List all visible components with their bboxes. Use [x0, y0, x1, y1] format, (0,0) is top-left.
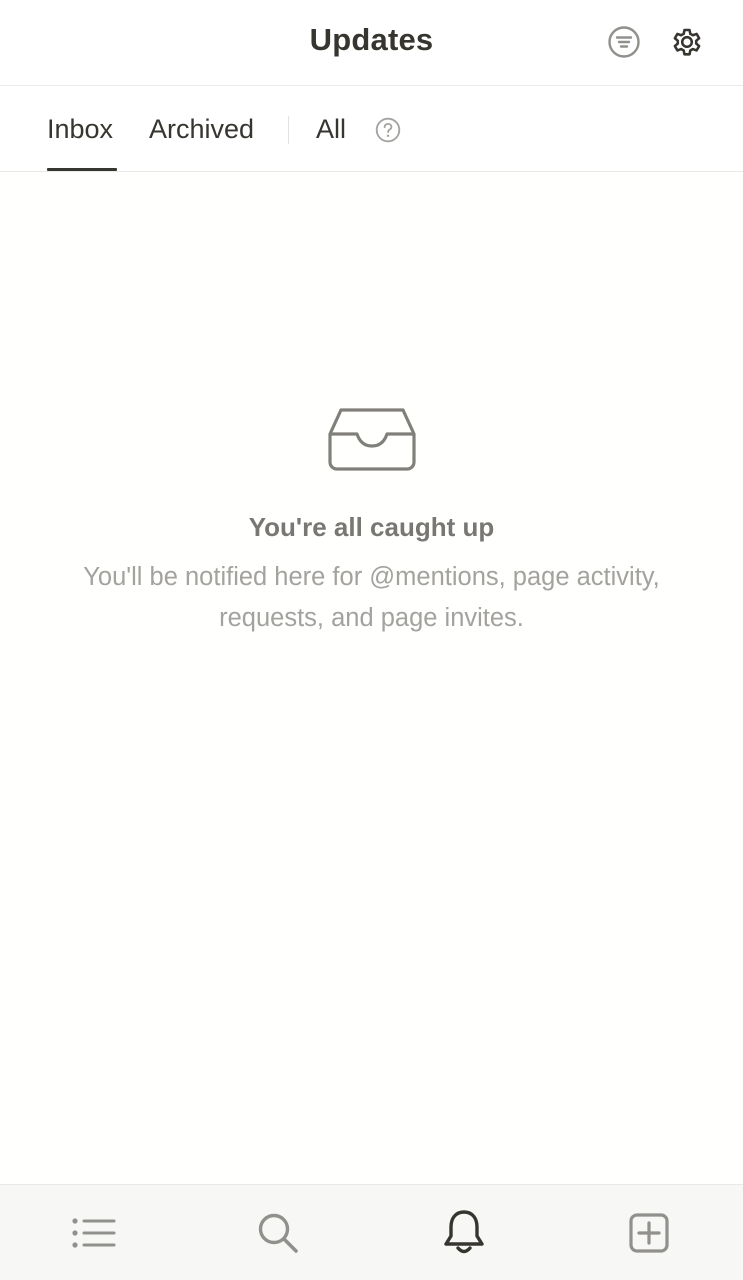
empty-state-description-line-1: You'll be notified here for @mentions, p…	[83, 563, 660, 591]
search-icon	[258, 1213, 298, 1253]
filter-button[interactable]	[604, 22, 644, 62]
question-circle-icon	[375, 117, 401, 143]
nav-search-button[interactable]	[252, 1207, 304, 1259]
empty-state-title: You're all caught up	[248, 512, 495, 542]
bell-icon	[444, 1210, 484, 1254]
inbox-tray-icon	[328, 408, 416, 471]
tab-archived[interactable]: Archived	[149, 113, 254, 145]
nav-new-page-button[interactable]	[623, 1207, 675, 1259]
tab-inbox[interactable]: Inbox	[47, 113, 113, 145]
tab-all[interactable]: All	[316, 113, 346, 145]
empty-state-description: You'll be notified here for @mentions, p…	[30, 557, 713, 639]
header: Updates	[0, 0, 743, 86]
filter-icon	[608, 26, 640, 58]
bottom-nav	[0, 1184, 743, 1280]
updates-screen: Updates Inbox Archived All You're all ca…	[0, 0, 743, 1280]
active-tab-indicator	[47, 168, 117, 171]
nav-sidebar-button[interactable]	[67, 1207, 119, 1259]
settings-button[interactable]	[667, 22, 707, 62]
nav-updates-button[interactable]	[438, 1207, 490, 1259]
empty-state-description-line-2: requests, and page invites.	[219, 604, 524, 632]
help-button[interactable]	[374, 116, 402, 144]
tab-divider	[288, 116, 289, 144]
gear-icon	[673, 28, 701, 56]
list-icon	[72, 1218, 116, 1248]
tab-bar: Inbox Archived All	[0, 86, 743, 172]
new-page-icon	[629, 1213, 669, 1253]
